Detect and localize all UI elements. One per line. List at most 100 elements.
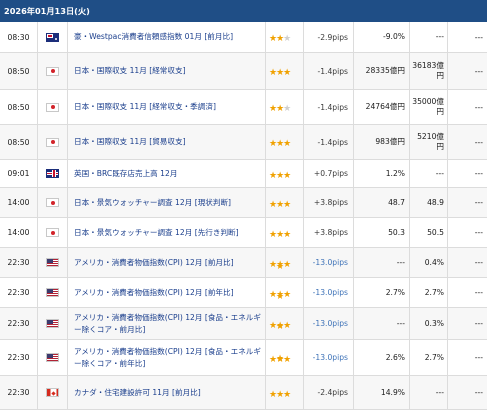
indicator-link[interactable]: 日本・国際収支 11月 [経常収支・季調済] xyxy=(74,101,216,113)
previous-cell: --- xyxy=(354,308,410,340)
pips-value[interactable]: -13.0pips xyxy=(313,353,348,362)
table-row: 08:50 日本・国際収支 11月 [経常収支・季調済] ★★★ -1.4pips 24… xyxy=(0,90,487,125)
flag-cell xyxy=(38,376,68,410)
time-value: 22:30 xyxy=(7,288,30,297)
flag-cell xyxy=(38,278,68,308)
actual-value: --- xyxy=(474,288,483,297)
forecast-cell: 0.4% xyxy=(410,248,448,278)
actual-cell: --- xyxy=(448,22,487,53)
indicator-cell: アメリカ・消費者物価指数(CPI) 12月 [前月比] xyxy=(68,248,266,278)
japan-flag-icon xyxy=(46,228,59,237)
star-icon: ★ xyxy=(276,262,284,272)
actual-value: --- xyxy=(474,198,483,207)
time-cell: 22:30 xyxy=(0,376,38,410)
flag-cell xyxy=(38,53,68,90)
star-icon: ★ xyxy=(283,389,291,400)
table-row: 22:30 アメリカ・消費者物価指数(CPI) 12月 [前月比] ★★★ ★ -13.… xyxy=(0,248,487,278)
actual-value: --- xyxy=(474,32,483,42)
actual-value: --- xyxy=(474,258,483,267)
pips-cell: +0.7pips xyxy=(304,160,354,188)
forecast-value: 2.7% xyxy=(424,287,444,297)
table-row: 08:30 豪・Westpac消費者信頼感指数 01月 [前月比] ★★★ -2.9p… xyxy=(0,22,487,53)
previous-cell: 2.6% xyxy=(354,340,410,376)
importance-stars: ★★★ xyxy=(269,34,291,44)
pips-value: +0.7pips xyxy=(313,169,348,178)
forecast-cell: 48.9 xyxy=(410,188,448,218)
indicator-link[interactable]: カナダ・住宅建設許可 11月 [前月比] xyxy=(74,387,201,399)
indicator-cell: アメリカ・消費者物価指数(CPI) 12月 [食品・エネルギー除くコア・前年比] xyxy=(68,340,266,376)
pips-cell: -2.9pips xyxy=(304,22,354,53)
pips-value[interactable]: -13.0pips xyxy=(313,319,348,328)
previous-cell: 1.2% xyxy=(354,160,410,188)
flag-cell xyxy=(38,188,68,218)
pips-cell[interactable]: -13.0pips xyxy=(304,340,354,376)
forecast-value: 48.9 xyxy=(427,197,444,207)
previous-cell: 2.7% xyxy=(354,278,410,308)
importance-stars: ★★★ xyxy=(269,105,291,114)
forecast-value: 50.5 xyxy=(427,227,444,237)
importance-cell: ★★★ xyxy=(266,160,304,188)
pips-value: -1.4pips xyxy=(317,66,348,76)
date-header: 2026年01月13日(火) xyxy=(0,0,487,22)
flag-cell xyxy=(38,125,68,160)
pips-cell: -1.4pips xyxy=(304,53,354,90)
star-icon: ★ xyxy=(283,68,291,78)
importance-cell: ★★★ ★ xyxy=(266,248,304,278)
table-row: 22:30 アメリカ・消費者物価指数(CPI) 12月 [食品・エネルギー除くコア… xyxy=(0,340,487,376)
indicator-link[interactable]: アメリカ・消費者物価指数(CPI) 12月 [前月比] xyxy=(74,257,234,269)
actual-cell: --- xyxy=(448,248,487,278)
importance-cell: ★★★ xyxy=(266,125,304,160)
star-icon: ★ xyxy=(283,139,291,149)
star-icon: ★ xyxy=(283,259,291,270)
pips-value: +3.8pips xyxy=(313,198,348,207)
indicator-link[interactable]: 日本・国際収支 11月 [経常収支] xyxy=(74,65,186,77)
indicator-link[interactable]: 豪・Westpac消費者信頼感指数 01月 [前月比] xyxy=(74,31,233,43)
economic-calendar: 2026年01月13日(火) 08:30 豪・Westpac消費者信頼感指数 01… xyxy=(0,0,487,410)
previous-cell: 983億円 xyxy=(354,125,410,160)
time-value: 22:30 xyxy=(7,388,30,397)
table-row: 08:50 日本・国際収支 11月 [経常収支] ★★★ -1.4pips 28335億… xyxy=(0,53,487,90)
indicator-link[interactable]: 英国・BRC既存店売上高 12月 xyxy=(74,168,177,180)
forecast-cell: --- xyxy=(410,22,448,53)
indicator-link[interactable]: 日本・景気ウォッチャー調査 12月 [現状判断] xyxy=(74,197,231,209)
indicator-link[interactable]: 日本・景気ウォッチャー調査 12月 [先行き判断] xyxy=(74,227,239,239)
pips-cell: -1.4pips xyxy=(304,125,354,160)
importance-cell: ★★★ xyxy=(266,218,304,248)
usa-flag-icon xyxy=(46,288,59,297)
actual-value: --- xyxy=(474,102,483,112)
previous-cell: 28335億円 xyxy=(354,53,410,90)
pips-cell[interactable]: -13.0pips xyxy=(304,278,354,308)
pips-cell[interactable]: -13.0pips xyxy=(304,308,354,340)
forecast-cell: --- xyxy=(410,376,448,410)
importance-stars-extra: ★ xyxy=(276,355,284,364)
previous-value: 50.3 xyxy=(388,227,405,237)
star-icon: ★ xyxy=(283,34,291,44)
indicator-link[interactable]: アメリカ・消費者物価指数(CPI) 12月 [食品・エネルギー除くコア・前月比] xyxy=(74,312,265,336)
previous-cell: 50.3 xyxy=(354,218,410,248)
flag-cell xyxy=(38,248,68,278)
actual-cell: --- xyxy=(448,90,487,125)
pips-cell[interactable]: -13.0pips xyxy=(304,248,354,278)
indicator-link[interactable]: アメリカ・消費者物価指数(CPI) 12月 [食品・エネルギー除くコア・前年比] xyxy=(74,346,265,370)
forecast-cell: 2.7% xyxy=(410,340,448,376)
pips-value[interactable]: -13.0pips xyxy=(313,288,348,297)
time-cell: 22:30 xyxy=(0,340,38,376)
indicator-link[interactable]: アメリカ・消費者物価指数(CPI) 12月 [前年比] xyxy=(74,287,234,299)
importance-stars-extra: ★ xyxy=(276,262,284,272)
importance-cell: ★★★ xyxy=(266,376,304,410)
time-cell: 22:30 xyxy=(0,308,38,340)
star-icon: ★ xyxy=(283,289,291,300)
actual-cell: --- xyxy=(448,125,487,160)
forecast-value: 35000億円 xyxy=(412,97,444,116)
forecast-value: 0.4% xyxy=(424,257,444,267)
star-icon: ★ xyxy=(283,354,291,365)
time-value: 08:50 xyxy=(7,102,30,112)
indicator-cell: 英国・BRC既存店売上高 12月 xyxy=(68,160,266,188)
pips-value: +3.8pips xyxy=(313,228,348,237)
flag-cell xyxy=(38,22,68,53)
forecast-value: 0.3% xyxy=(424,318,444,328)
time-value: 08:30 xyxy=(7,32,30,42)
previous-cell: 48.7 xyxy=(354,188,410,218)
pips-value[interactable]: -13.0pips xyxy=(313,258,348,267)
indicator-link[interactable]: 日本・国際収支 11月 [貿易収支] xyxy=(74,136,186,148)
